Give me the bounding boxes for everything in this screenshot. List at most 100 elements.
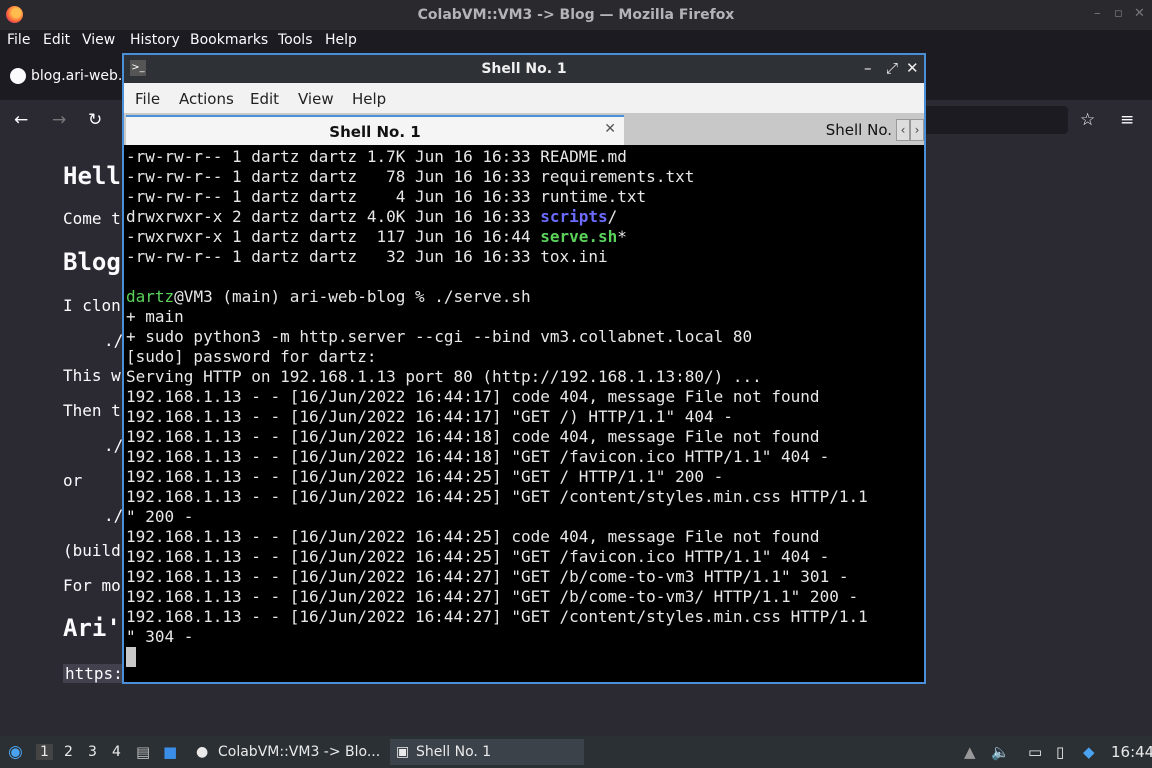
task-label: ColabVM::VM3 -> Blo... xyxy=(218,744,381,760)
term-menu-edit[interactable]: Edit xyxy=(250,90,279,108)
terminal-icon: ▣ xyxy=(396,744,410,760)
output-line: Serving HTTP on 192.168.1.13 port 80 (ht… xyxy=(126,367,762,386)
paragraph: (build xyxy=(63,541,121,560)
output-line: + main xyxy=(126,307,184,326)
ls-filename: serve.sh xyxy=(540,227,618,246)
ls-line: -rwxrwxr-x 1 dartz dartz 117 Jun 16 16:4… xyxy=(126,227,627,247)
term-menu-view[interactable]: View xyxy=(298,90,334,108)
ls-meta: drwxrwxr-x 2 dartz dartz 4.0K Jun 16 16:… xyxy=(126,207,541,226)
page-heading: Hell xyxy=(63,162,121,190)
output-line: 192.168.1.13 - - [16/Jun/2022 16:44:25] … xyxy=(126,547,830,566)
tab-shell-1[interactable]: Shell No. 1 ✕ xyxy=(126,115,624,145)
terminal-titlebar: >_ Shell No. 1 – ⤢ ✕ xyxy=(124,55,924,83)
window-title: ColabVM::VM3 -> Blog — Mozilla Firefox xyxy=(417,7,735,23)
taskbar: ◉ 1 2 3 4 ▤ ■ ● ColabVM::VM3 -> Blo... ▣… xyxy=(0,736,1152,768)
firefox-icon: ● xyxy=(196,744,209,760)
ls-filename: tox.ini xyxy=(540,247,608,266)
maximize-icon[interactable]: ▫ xyxy=(1114,6,1123,21)
terminal-output[interactable]: -rw-rw-r-- 1 dartz dartz 1.7K Jun 16 16:… xyxy=(126,147,922,682)
workspace-3[interactable]: 3 xyxy=(88,744,97,760)
menu-help[interactable]: Help xyxy=(325,32,357,48)
output-line: 192.168.1.13 - - [16/Jun/2022 16:44:25] … xyxy=(126,487,868,506)
ls-meta: -rw-rw-r-- 1 dartz dartz 32 Jun 16 16:33 xyxy=(126,247,541,266)
desktop-icon[interactable]: ■ xyxy=(163,743,177,761)
scroll-tabs-left-icon[interactable]: ‹ xyxy=(896,119,910,141)
ls-line: -rw-rw-r-- 1 dartz dartz 78 Jun 16 16:33… xyxy=(126,167,694,187)
output-line: " 304 - xyxy=(126,627,194,646)
firefox-titlebar: ColabVM::VM3 -> Blog — Mozilla Firefox –… xyxy=(0,0,1152,30)
section-heading: Blog xyxy=(63,248,121,276)
output-line: 192.168.1.13 - - [16/Jun/2022 16:44:27] … xyxy=(126,607,868,626)
close-tab-icon[interactable]: ✕ xyxy=(604,121,616,137)
terminal-cursor xyxy=(126,647,136,667)
paragraph: I clon xyxy=(63,296,121,315)
ls-filename: scripts xyxy=(540,207,608,226)
update-icon[interactable]: ◆ xyxy=(1083,743,1095,761)
ls-line: -rw-rw-r-- 1 dartz dartz 32 Jun 16 16:33… xyxy=(126,247,608,267)
workspace-4[interactable]: 4 xyxy=(112,744,121,760)
scroll-tabs-right-icon[interactable]: › xyxy=(910,119,924,141)
terminal-menubar: File Actions Edit View Help xyxy=(124,83,924,113)
firefox-menubar: File Edit View History Bookmarks Tools H… xyxy=(0,30,1152,52)
task-label: Shell No. 1 xyxy=(416,744,492,760)
network-icon[interactable]: ▭ xyxy=(1028,743,1042,761)
reload-icon[interactable]: ↻ xyxy=(88,110,102,130)
output-line: 192.168.1.13 - - [16/Jun/2022 16:44:18] … xyxy=(126,427,820,446)
term-menu-file[interactable]: File xyxy=(135,90,160,108)
start-menu-icon[interactable]: ◉ xyxy=(8,742,23,762)
menu-bookmarks[interactable]: Bookmarks xyxy=(190,32,268,48)
back-icon[interactable]: ← xyxy=(14,110,28,130)
ls-suffix: / xyxy=(607,207,618,226)
tab-shell-2[interactable]: Shell No. xyxy=(626,115,894,145)
menu-history[interactable]: History xyxy=(130,32,180,48)
app-menu-icon[interactable]: ≡ xyxy=(1120,110,1134,130)
ls-meta: -rwxrwxr-x 1 dartz dartz 117 Jun 16 16:4… xyxy=(126,227,541,246)
menu-tools[interactable]: Tools xyxy=(278,32,313,48)
ls-line: -rw-rw-r-- 1 dartz dartz 1.7K Jun 16 16:… xyxy=(126,147,627,167)
ls-line: drwxrwxr-x 2 dartz dartz 4.0K Jun 16 16:… xyxy=(126,207,617,227)
output-line: 192.168.1.13 - - [16/Jun/2022 16:44:25] … xyxy=(126,527,820,546)
minimize-icon[interactable]: – xyxy=(1094,6,1101,21)
menu-view[interactable]: View xyxy=(82,32,115,48)
ls-meta: -rw-rw-r-- 1 dartz dartz 4 Jun 16 16:33 xyxy=(126,187,541,206)
output-line: 192.168.1.13 - - [16/Jun/2022 16:44:17] … xyxy=(126,407,733,426)
clipboard-icon[interactable]: ▯ xyxy=(1056,743,1064,761)
bookmark-star-icon[interactable]: ☆ xyxy=(1080,110,1095,130)
output-line: 192.168.1.13 - - [16/Jun/2022 16:44:27] … xyxy=(126,567,849,586)
task-terminal[interactable]: ▣ Shell No. 1 xyxy=(390,739,584,765)
page-link[interactable]: https: xyxy=(63,664,125,683)
volume-icon[interactable]: 🔈 xyxy=(991,743,1010,761)
menu-edit[interactable]: Edit xyxy=(43,32,70,48)
ls-filename: requirements.txt xyxy=(540,167,695,186)
browser-tab[interactable]: blog.ari-web.x xyxy=(4,62,131,92)
term-menu-help[interactable]: Help xyxy=(352,90,386,108)
maximize-icon[interactable]: ⤢ xyxy=(886,59,898,77)
output-line: 192.168.1.13 - - [16/Jun/2022 16:44:25] … xyxy=(126,467,724,486)
prompt-command: @VM3 (main) ari-web-blog % ./serve.sh xyxy=(174,287,531,306)
code-line: ./ xyxy=(104,506,124,525)
close-icon[interactable]: ✕ xyxy=(906,59,919,77)
ls-filename: README.md xyxy=(540,147,627,166)
notification-icon[interactable]: ▲ xyxy=(964,743,976,761)
close-icon[interactable]: ✕ xyxy=(1134,6,1145,21)
term-menu-actions[interactable]: Actions xyxy=(179,90,234,108)
file-manager-icon[interactable]: ▤ xyxy=(136,743,150,761)
tab-label: Shell No. xyxy=(825,121,892,139)
clock[interactable]: 16:44 xyxy=(1111,743,1152,761)
url-bar[interactable] xyxy=(920,106,1068,134)
menu-file[interactable]: File xyxy=(7,32,30,48)
workspace-1[interactable]: 1 xyxy=(36,744,53,760)
minimize-icon[interactable]: – xyxy=(864,59,872,77)
terminal-title: Shell No. 1 xyxy=(481,61,567,77)
paragraph: or xyxy=(63,471,83,490)
prompt-line: dartz@VM3 (main) ari-web-blog % ./serve.… xyxy=(126,287,531,307)
output-line: 192.168.1.13 - - [16/Jun/2022 16:44:27] … xyxy=(126,587,859,606)
browser-tab-label: blog.ari-web.x xyxy=(31,68,131,84)
forward-icon[interactable]: → xyxy=(52,110,66,130)
task-firefox[interactable]: ● ColabVM::VM3 -> Blo... xyxy=(192,739,382,765)
ls-filename: runtime.txt xyxy=(540,187,647,206)
workspace-2[interactable]: 2 xyxy=(64,744,73,760)
output-line: [sudo] password for dartz: xyxy=(126,347,377,366)
output-line: + sudo python3 -m http.server --cgi --bi… xyxy=(126,327,753,346)
output-line: 192.168.1.13 - - [16/Jun/2022 16:44:17] … xyxy=(126,387,820,406)
